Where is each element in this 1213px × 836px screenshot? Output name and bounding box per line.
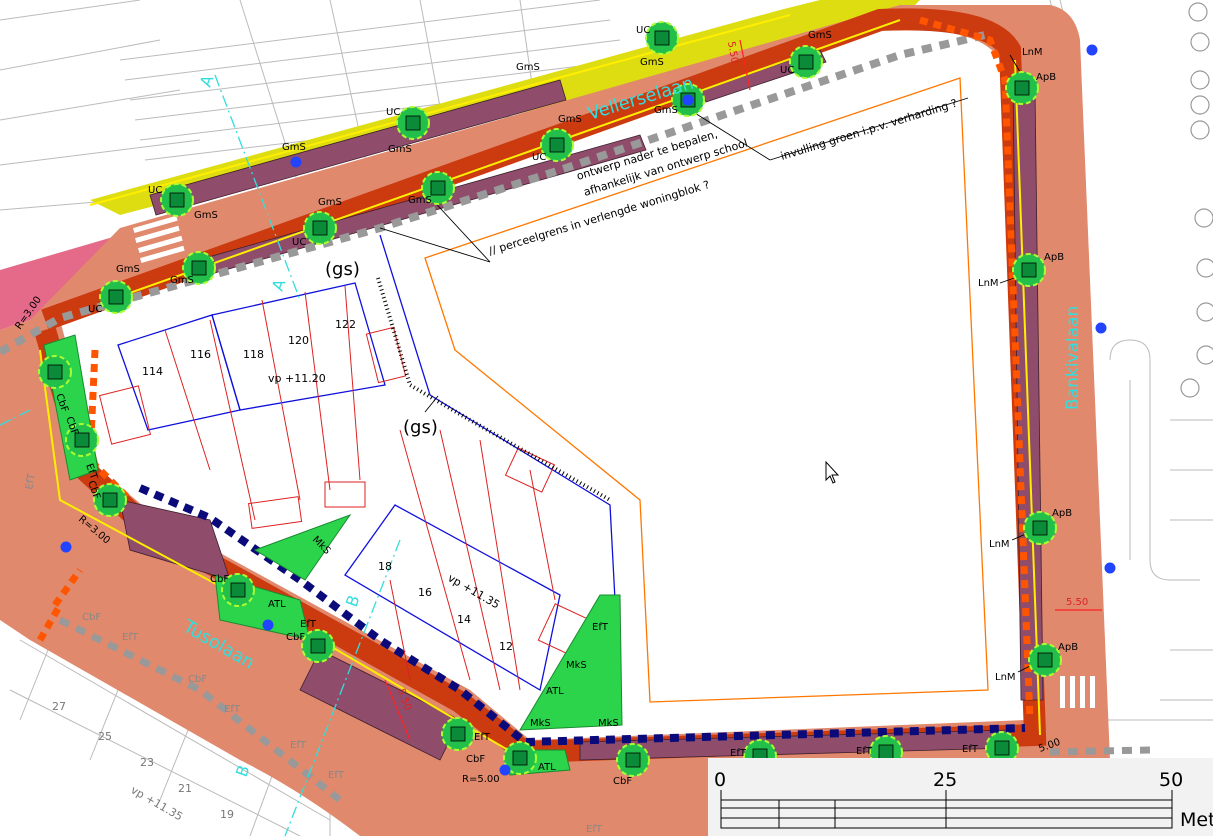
- section-a-top: A: [196, 73, 218, 90]
- tree-label-gms: GmS: [388, 144, 412, 155]
- tree-label-gms: GmS: [116, 264, 140, 275]
- tree-label-lnm: LnM: [1022, 47, 1043, 58]
- scale-tick-25: 25: [933, 769, 957, 791]
- tree-icon: [645, 21, 679, 55]
- tree-icon: [38, 355, 72, 389]
- lot-vp-west: vp +11.35: [129, 783, 185, 823]
- tree-label-uc: UC: [532, 152, 546, 163]
- tree-label-eft: EfT: [856, 746, 873, 757]
- tree-label-apb: ApB: [1044, 252, 1064, 263]
- tree-icon: [160, 183, 194, 217]
- tree-label-eft: EfT: [730, 748, 747, 759]
- tree-icon: [616, 743, 650, 777]
- street-bankivalaan: Bankivalaan: [1063, 306, 1083, 410]
- gs-label-1: (gs): [325, 259, 360, 280]
- tree-label-cbf: CbF: [82, 612, 101, 623]
- tree-label-cbf: CbF: [286, 632, 305, 643]
- lot-number: 18: [378, 560, 392, 573]
- lot-number: 118: [243, 348, 264, 361]
- lot-number: 23: [140, 756, 154, 769]
- tree-label-eft: EfT: [224, 704, 241, 715]
- tree-label-gms: GmS: [640, 57, 664, 68]
- tree-label-gms: GmS: [408, 195, 432, 206]
- tree-label-eft: EfT: [474, 732, 491, 743]
- tree-label-uc: UC: [148, 185, 162, 196]
- scale-unit: Met: [1180, 809, 1213, 831]
- tree-label-atl: ATL: [268, 599, 286, 610]
- tree-label-gms: GmS: [516, 62, 540, 73]
- tree-label-apb: ApB: [1058, 642, 1078, 653]
- tree-label-eft: EfT: [586, 824, 603, 835]
- lamp-icon: [682, 94, 694, 106]
- tree-icon: [396, 106, 430, 140]
- tree-label-uc: UC: [636, 25, 650, 36]
- tree-label-apb: ApB: [1036, 72, 1056, 83]
- tree-icon: [1005, 71, 1039, 105]
- lamp-icon: [290, 156, 302, 168]
- lot-number: 21: [178, 782, 192, 795]
- tree-label-gms: GmS: [558, 114, 582, 125]
- tree-icon: [1028, 643, 1062, 677]
- tree-label-eft: EfT: [122, 632, 139, 643]
- lamp-icon: [262, 619, 274, 631]
- tree-icon: [1012, 253, 1046, 287]
- tree-label-eft: EfT: [300, 619, 317, 630]
- tree-label-mks: MkS: [598, 718, 619, 729]
- gs-label-2: (gs): [403, 417, 438, 438]
- lot-number: 12: [499, 640, 513, 653]
- tree-label-mks: MkS: [530, 718, 551, 729]
- dim-w550: 5.50: [1066, 597, 1088, 608]
- tree-label-eft: EfT: [290, 740, 307, 751]
- tree-label-lnm: LnM: [978, 278, 999, 289]
- lamp-icon: [1086, 44, 1098, 56]
- tree-icon: [301, 629, 335, 663]
- lamp-icon: [499, 764, 511, 776]
- tree-label-uc: UC: [780, 65, 794, 76]
- lot-number: 120: [288, 334, 309, 347]
- tree-label-cbf: CbF: [466, 754, 485, 765]
- tree-icon: [99, 280, 133, 314]
- tree-label-mks: MkS: [566, 660, 587, 671]
- lot-number: 19: [220, 808, 234, 821]
- tree-icon: [303, 211, 337, 245]
- lot-number: 27: [52, 700, 66, 713]
- tree-label-gms: GmS: [194, 210, 218, 221]
- tree-label-gms: GmS: [318, 197, 342, 208]
- lamp-icon: [1095, 322, 1107, 334]
- tree-label-eft: EfT: [328, 770, 345, 781]
- tree-label-atl: ATL: [538, 762, 556, 773]
- scale-tick-0: 0: [714, 769, 726, 791]
- tree-label-uc: UC: [88, 304, 102, 315]
- tree-label-uc: UC: [386, 107, 400, 118]
- tree-label-eft: EfT: [592, 622, 609, 633]
- tree-label-cbf: CbF: [210, 574, 229, 585]
- lot-number: 116: [190, 348, 211, 361]
- lot-number: 14: [457, 613, 471, 626]
- map-canvas: Vellerselaan Bankivalaan Tusolaan (gs) (…: [0, 0, 1213, 836]
- scale-tick-50: 50: [1159, 769, 1183, 791]
- tree-label-gms: GmS: [808, 30, 832, 41]
- tree-label-gms: GmS: [654, 105, 678, 116]
- lot-number: 16: [418, 586, 432, 599]
- lot-number: 122: [335, 318, 356, 331]
- tree-label-cbf: CbF: [613, 776, 632, 787]
- lot-number: 114: [142, 365, 163, 378]
- tree-label-gms: GmS: [170, 275, 194, 286]
- tree-label-apb: ApB: [1052, 508, 1072, 519]
- tree-icon: [789, 45, 823, 79]
- lot-vp-north: vp +11.20: [268, 372, 326, 385]
- tree-label-gms: GmS: [282, 142, 306, 153]
- lot-number: 25: [98, 730, 112, 743]
- tree-label-atl: ATL: [546, 686, 564, 697]
- dim-r500: R=5.00: [462, 774, 500, 785]
- tree-label-lnm: LnM: [995, 672, 1016, 683]
- tree-label-cbf: CbF: [188, 674, 207, 685]
- scale-bar: 0 25 50 Met: [708, 758, 1213, 836]
- tree-label-uc: UC: [292, 237, 306, 248]
- lamp-icon: [60, 541, 72, 553]
- tree-label-lnm: LnM: [989, 539, 1010, 550]
- tree-icon: [441, 717, 475, 751]
- lamp-icon: [1104, 562, 1116, 574]
- tree-label-eft: EfT: [962, 744, 979, 755]
